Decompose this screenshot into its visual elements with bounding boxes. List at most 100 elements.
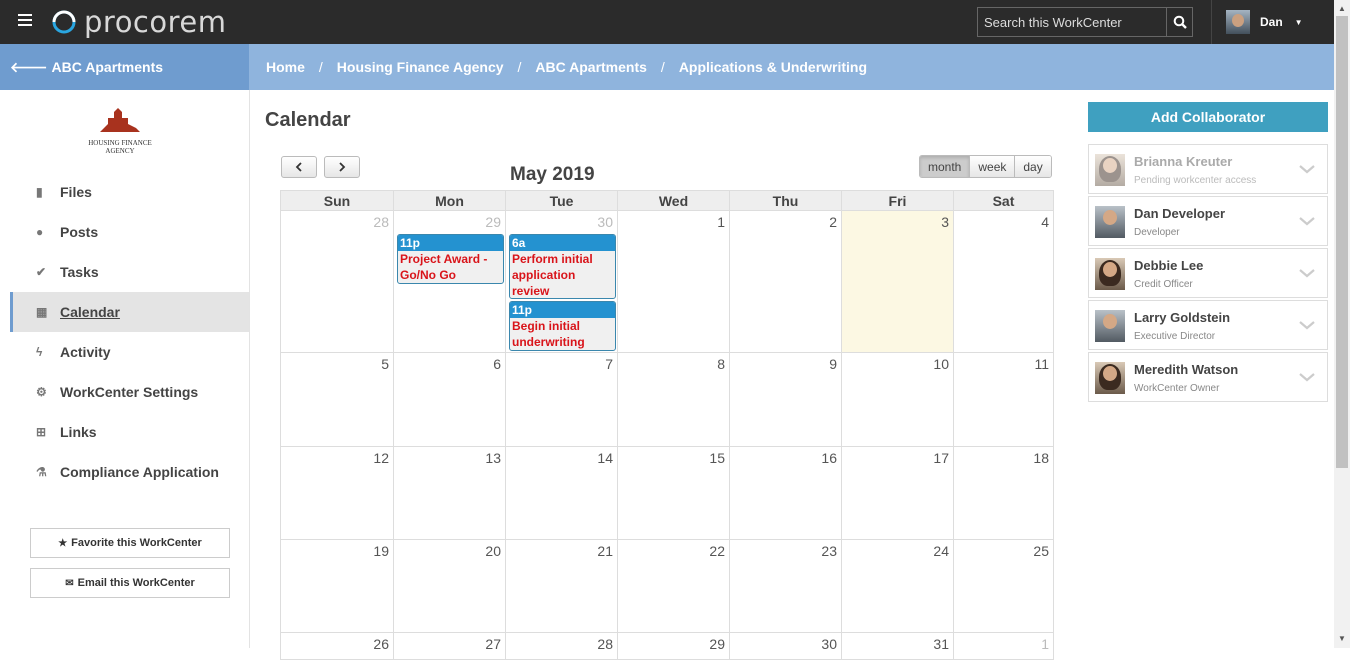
breadcrumb-project[interactable]: ABC Apartments: [535, 59, 647, 75]
procorem-logo[interactable]: procorem: [50, 4, 227, 40]
chevron-down-icon[interactable]: [1297, 315, 1317, 335]
day-cell[interactable]: 15: [618, 447, 730, 540]
day-cell[interactable]: 21: [506, 540, 618, 633]
day-header: Sat: [954, 190, 1054, 211]
day-header: Thu: [730, 190, 842, 211]
calendar-event[interactable]: 11p Begin initial underwriting: [509, 301, 616, 351]
collaborator-card[interactable]: Larry Goldstein Executive Director: [1088, 300, 1328, 350]
bolt-icon: ϟ: [36, 345, 43, 359]
sidebar-item-activity[interactable]: ϟ Activity: [10, 332, 249, 372]
day-cell[interactable]: 4: [954, 211, 1054, 353]
add-collaborator-button[interactable]: Add Collaborator: [1088, 102, 1328, 132]
search-button[interactable]: [1166, 8, 1192, 36]
day-header: Wed: [618, 190, 730, 211]
event-title: Begin initial underwriting: [512, 319, 585, 349]
day-cell[interactable]: 16: [730, 447, 842, 540]
scroll-up-icon[interactable]: ▲: [1338, 4, 1346, 13]
logo-text: procorem: [84, 5, 227, 39]
org-name: HOUSING FINANCE AGENCY: [88, 139, 152, 155]
back-link[interactable]: 🡐 ABC Apartments: [0, 44, 249, 90]
day-cell[interactable]: 23: [730, 540, 842, 633]
top-bar: procorem Dan ▼: [0, 0, 1334, 44]
sidebar-item-label: Calendar: [60, 304, 120, 320]
breadcrumb-home[interactable]: Home: [266, 59, 305, 75]
collaborator-card[interactable]: Meredith Watson WorkCenter Owner: [1088, 352, 1328, 402]
day-number: 9: [829, 356, 837, 372]
sidebar-item-posts[interactable]: ● Posts: [10, 212, 249, 252]
day-cell[interactable]: 30: [730, 633, 842, 660]
day-cell[interactable]: 11: [954, 353, 1054, 447]
sidebar-item-compliance-application[interactable]: ⚗ Compliance Application: [10, 452, 249, 492]
collaborator-name: Debbie Lee: [1134, 258, 1204, 273]
day-cell[interactable]: 26: [281, 633, 394, 660]
day-cell[interactable]: 28: [506, 633, 618, 660]
building-logo-icon: [100, 108, 140, 132]
day-cell-today[interactable]: 3: [842, 211, 954, 353]
view-month-button[interactable]: month: [920, 156, 971, 177]
day-number: 29: [485, 214, 501, 230]
day-cell[interactable]: 14: [506, 447, 618, 540]
day-header: Fri: [842, 190, 954, 211]
sidebar-item-tasks[interactable]: ✔ Tasks: [10, 252, 249, 292]
chevron-down-icon[interactable]: [1297, 367, 1317, 387]
view-day-button[interactable]: day: [1015, 156, 1051, 177]
view-week-button[interactable]: week: [970, 156, 1016, 177]
day-cell[interactable]: 17: [842, 447, 954, 540]
day-cell[interactable]: 10: [842, 353, 954, 447]
day-cell[interactable]: 6: [394, 353, 506, 447]
sidebar-item-files[interactable]: ▮ Files: [10, 172, 249, 212]
prev-month-button[interactable]: [281, 156, 317, 178]
day-cell[interactable]: 2: [730, 211, 842, 353]
day-cell[interactable]: 1: [954, 633, 1054, 660]
day-cell[interactable]: 1: [618, 211, 730, 353]
sidebar-item-calendar[interactable]: ▦ Calendar: [10, 292, 249, 332]
chevron-down-icon[interactable]: [1297, 159, 1317, 179]
day-cell[interactable]: 7: [506, 353, 618, 447]
favorite-workcenter-button[interactable]: ★ Favorite this WorkCenter: [30, 528, 230, 558]
collaborator-card[interactable]: Dan Developer Developer: [1088, 196, 1328, 246]
collaborator-card[interactable]: Brianna Kreuter Pending workcenter acces…: [1088, 144, 1328, 194]
day-cell[interactable]: 22: [618, 540, 730, 633]
search-box: [977, 7, 1193, 37]
day-cell[interactable]: 20: [394, 540, 506, 633]
day-cell[interactable]: 8: [618, 353, 730, 447]
day-cell[interactable]: 29: [618, 633, 730, 660]
day-cell[interactable]: 19: [281, 540, 394, 633]
calendar-event[interactable]: 11p Project Award - Go/No Go: [397, 234, 504, 284]
day-cell[interactable]: 28: [281, 211, 394, 353]
day-cell[interactable]: 27: [394, 633, 506, 660]
search-input[interactable]: [978, 8, 1166, 36]
scroll-down-icon[interactable]: ▼: [1338, 634, 1346, 643]
chevron-down-icon[interactable]: [1297, 263, 1317, 283]
day-cell[interactable]: 18: [954, 447, 1054, 540]
event-title: Perform initial application review: [512, 252, 593, 298]
day-cell[interactable]: 25: [954, 540, 1054, 633]
day-number: 4: [1041, 214, 1049, 230]
avatar: [1095, 206, 1125, 238]
day-cell[interactable]: 24: [842, 540, 954, 633]
collaborator-card[interactable]: Debbie Lee Credit Officer: [1088, 248, 1328, 298]
day-cell[interactable]: 13: [394, 447, 506, 540]
next-month-button[interactable]: [324, 156, 360, 178]
breadcrumb-workcenter[interactable]: Applications & Underwriting: [679, 59, 867, 75]
day-cell[interactable]: 5: [281, 353, 394, 447]
sidebar-item-links[interactable]: ⊞ Links: [10, 412, 249, 452]
breadcrumb-separator: /: [517, 59, 522, 75]
chevron-right-icon: [339, 162, 346, 172]
day-number: 16: [821, 450, 837, 466]
breadcrumb-bar: 🡐 ABC Apartments Home / Housing Finance …: [0, 44, 1334, 90]
event-title: Project Award - Go/No Go: [400, 252, 488, 282]
day-number: 18: [1033, 450, 1049, 466]
chevron-down-icon[interactable]: [1297, 211, 1317, 231]
day-cell[interactable]: 31: [842, 633, 954, 660]
breadcrumb-agency[interactable]: Housing Finance Agency: [337, 59, 504, 75]
email-workcenter-button[interactable]: ✉ Email this WorkCenter: [30, 568, 230, 598]
calendar-event[interactable]: 6a Perform initial application review: [509, 234, 616, 299]
scroll-thumb[interactable]: [1336, 16, 1348, 468]
user-menu[interactable]: Dan ▼: [1226, 10, 1303, 34]
hamburger-menu-icon[interactable]: [18, 14, 32, 28]
day-cell[interactable]: 12: [281, 447, 394, 540]
day-cell[interactable]: 9: [730, 353, 842, 447]
scrollbar[interactable]: ▲ ▼: [1334, 0, 1350, 648]
sidebar-item-workcenter-settings[interactable]: ⚙ WorkCenter Settings: [10, 372, 249, 412]
